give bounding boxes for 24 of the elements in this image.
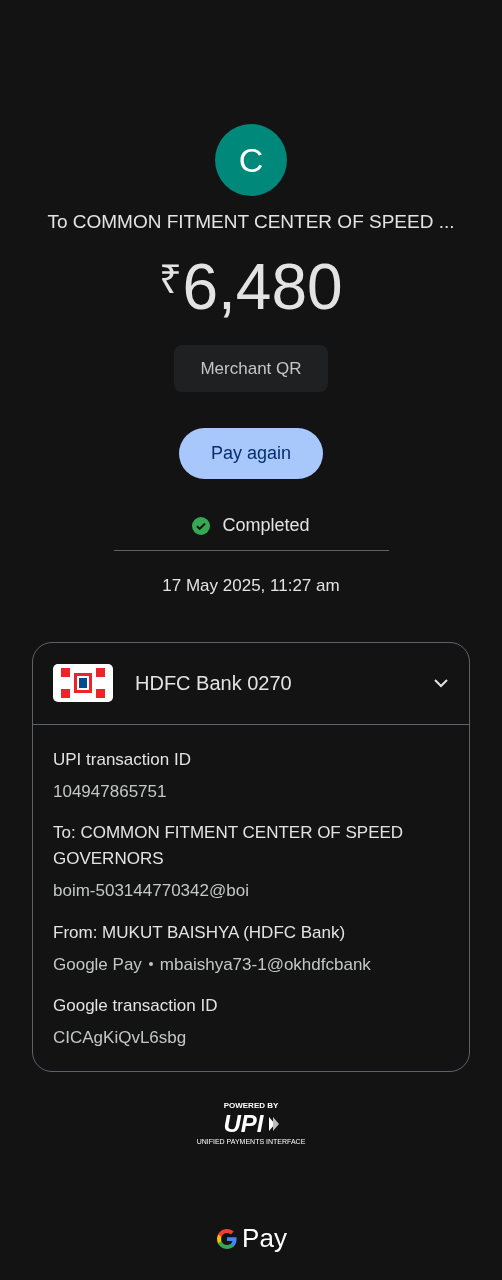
bank-name: HDFC Bank 0270: [135, 671, 293, 696]
account-header[interactable]: HDFC Bank 0270: [33, 642, 469, 725]
detail-value: Google Pay: [53, 953, 142, 976]
amount: 6,480: [182, 254, 343, 319]
detail-label: UPI transaction ID: [53, 748, 192, 771]
detail-value: mbaishya73-1@okhdfcbank: [159, 953, 371, 976]
check-icon: [192, 516, 211, 535]
detail-value: boim-503144770342@boi: [53, 880, 249, 902]
detail-value: 104947865751: [53, 780, 167, 803]
pay-again-button[interactable]: Pay again: [179, 428, 323, 479]
detail-label: Google transaction ID: [53, 995, 219, 1017]
brand-name: Pay: [242, 1222, 287, 1255]
detail-label: From: MUKUT BAISHYA (HDFC Bank): [53, 921, 347, 944]
currency-symbol: ₹: [159, 258, 183, 299]
google-g-icon: [215, 1226, 240, 1251]
detail-label: To: COMMON FITMENT CENTER OF SPEED GOVERNORS: [53, 822, 405, 870]
bank-logo-icon: [53, 664, 113, 702]
avatar: C: [215, 124, 287, 196]
recipient-name: To COMMON FITMENT CENTER OF SPEED ...: [47, 210, 455, 234]
detail-value: CICAgKiQvL6sbg: [53, 1027, 187, 1049]
transaction-date: 17 May 2025, 11:27 am: [162, 575, 340, 597]
status-text: Completed: [222, 514, 310, 537]
merchant-tag: Merchant QR: [174, 344, 328, 392]
chevron-icon: [433, 678, 449, 688]
